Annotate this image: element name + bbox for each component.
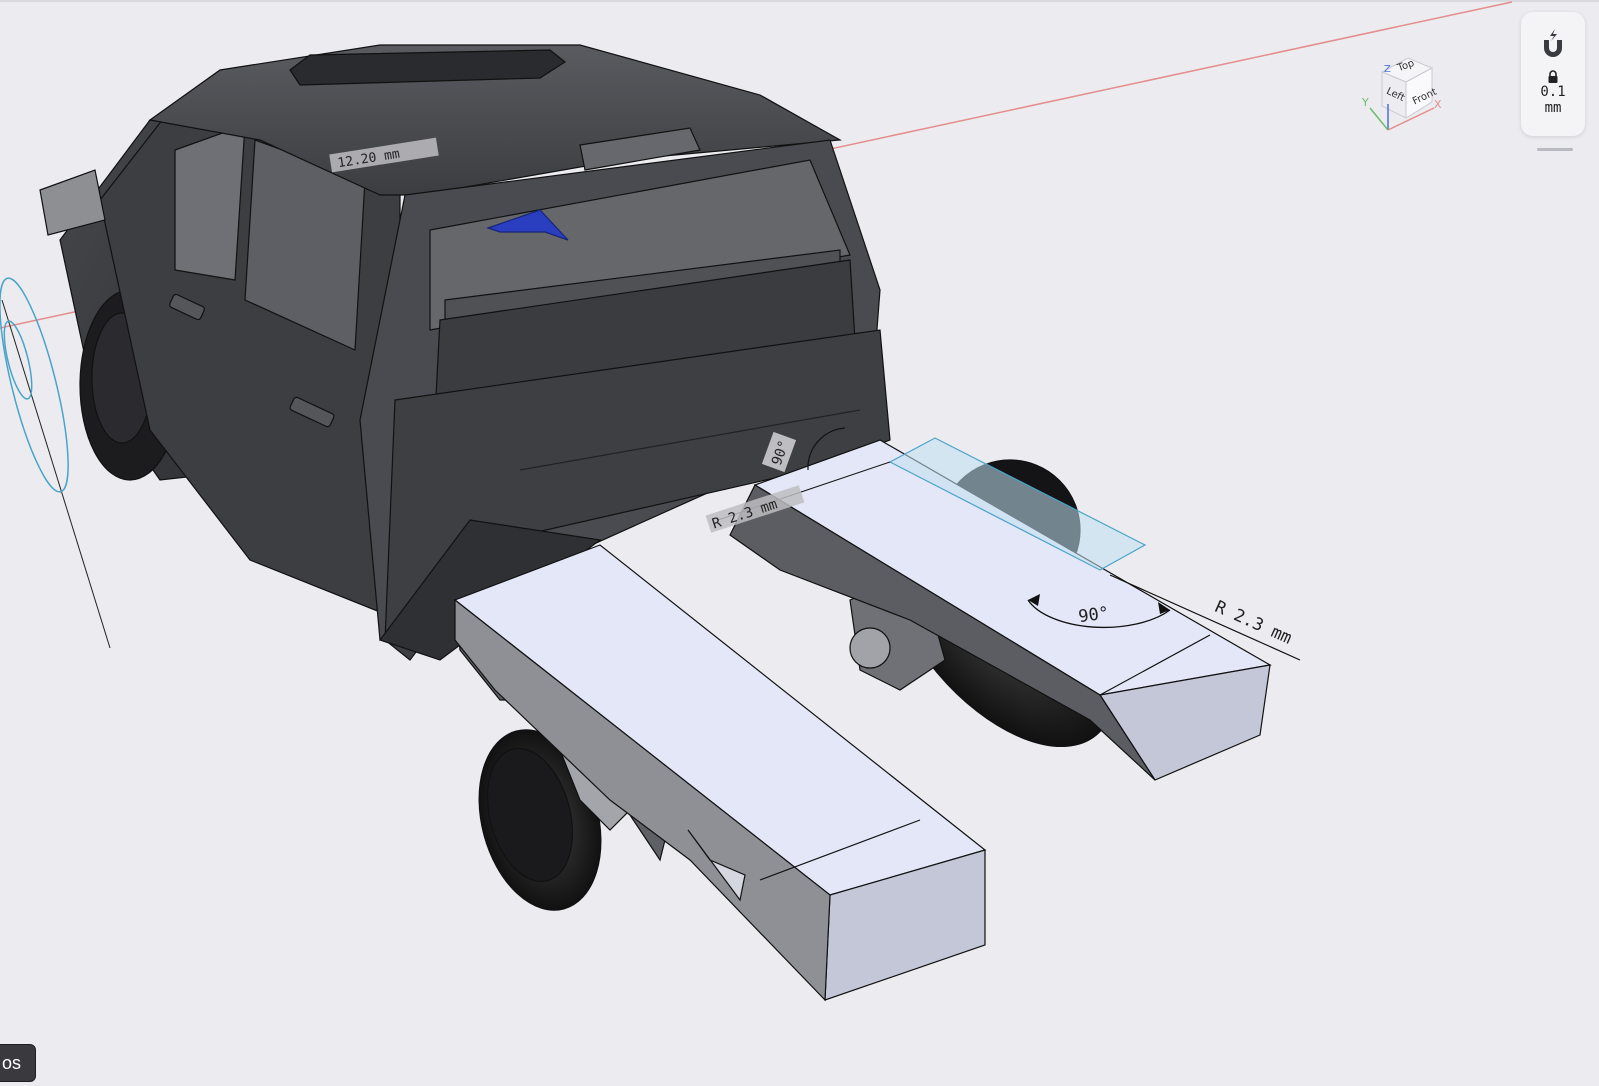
view-cube[interactable]: Top Left Front X Y Z — [1361, 52, 1466, 144]
snap-increment[interactable]: 0.1 mm — [1540, 70, 1566, 116]
truck-model[interactable] — [39, 44, 891, 661]
svg-text:X: X — [1434, 98, 1442, 111]
bottom-left-button[interactable]: os — [0, 1044, 36, 1082]
bottom-left-button-label: os — [1, 1052, 21, 1073]
svg-text:Z: Z — [1384, 64, 1391, 75]
3d-viewport[interactable]: 12.20 mm 90° R 2.3 mm 90° R 2.3 mm — [0, 0, 1599, 1086]
magnet-icon — [1544, 29, 1562, 57]
panel-handle[interactable] — [1537, 148, 1573, 151]
svg-text:Y: Y — [1362, 96, 1369, 109]
lock-icon — [1548, 70, 1558, 83]
snap-panel: 0.1 mm — [1521, 12, 1585, 136]
svg-text:90°: 90° — [1077, 603, 1110, 627]
sketch-circle-left[interactable] — [0, 273, 82, 497]
snap-value: 0.1 — [1540, 84, 1566, 100]
magnet-snap-button[interactable] — [1533, 24, 1573, 64]
snap-unit: mm — [1544, 100, 1562, 116]
